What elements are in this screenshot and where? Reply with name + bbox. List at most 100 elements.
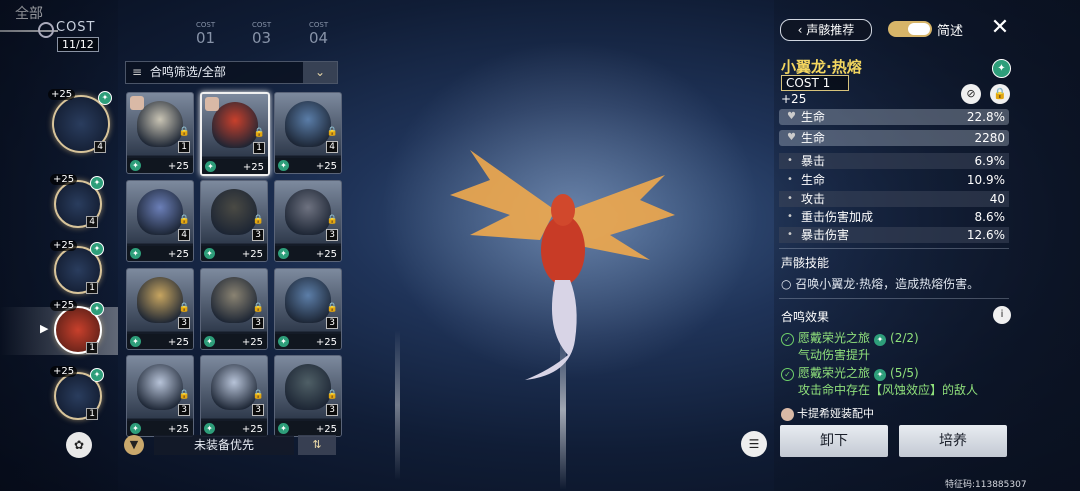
tab-cost-label: COST — [196, 21, 216, 29]
echo-card[interactable]: 🔒 3 ✦ +25 — [200, 355, 268, 437]
sub-stat: • 重击伤害加成 8.6% — [779, 209, 1009, 225]
equipped-slot-selected[interactable]: +25 ✦ 1 — [50, 300, 104, 354]
sort-filter-icon[interactable]: ▼ — [124, 435, 144, 455]
slot-level: +25 — [50, 300, 78, 311]
equipped-slot[interactable]: +25 ✦ 4 — [50, 174, 104, 228]
preset-icon[interactable]: ✿ — [66, 432, 92, 458]
set-effect: ✓ 愿戴荣光之旅 ✦ (2/2) — [781, 329, 919, 346]
echo-card[interactable]: 🔒 3 ✦ +25 — [274, 355, 342, 437]
card-level: +25 — [167, 249, 189, 260]
main-stat: ♥ 生命 22.8% — [779, 109, 1009, 125]
card-level: +25 — [241, 249, 263, 260]
tab-cost-1[interactable]: COST 01 — [196, 21, 216, 48]
stat-value: 12.6% — [966, 228, 1005, 242]
card-cost: 1 — [253, 142, 265, 154]
echo-card[interactable]: 🔒 3 ✦ +25 — [126, 355, 194, 437]
attribute-icon: ✦ — [130, 423, 141, 434]
tab-cost-num: 01 — [196, 29, 216, 47]
upgrade-button[interactable]: 培养 — [899, 425, 1007, 457]
stat-name: 攻击 — [801, 192, 826, 206]
slot-level: +25 — [48, 89, 76, 100]
divider — [779, 298, 1009, 299]
brief-toggle[interactable] — [888, 21, 932, 37]
echo-card[interactable]: 🔒 3 ✦ +25 — [200, 180, 268, 262]
echo-portrait — [285, 277, 331, 323]
card-level: +25 — [315, 337, 337, 348]
echo-level: +25 — [781, 92, 807, 106]
discard-icon[interactable]: ⊘ — [961, 84, 981, 104]
attribute-icon: ✦ — [205, 161, 216, 172]
lock-icon: 🔒 — [326, 215, 338, 225]
echo-card[interactable]: 🔒 1 ✦ +25 — [200, 92, 270, 176]
tab-cost-3[interactable]: COST 03 — [252, 22, 271, 48]
set-name: 愿戴荣光之旅 — [798, 331, 871, 345]
card-level: +25 — [241, 337, 263, 348]
echo-card[interactable]: 🔒 4 ✦ +25 — [126, 180, 194, 262]
sub-stat: • 暴击 6.9% — [779, 153, 1009, 169]
tab-cost-4[interactable]: COST 04 — [309, 22, 329, 48]
main-stat: ♥ 生命 2280 — [779, 130, 1009, 146]
equipped-by-text: 卡提希娅装配中 — [797, 407, 874, 420]
sub-stat: • 暴击伤害 12.6% — [779, 227, 1009, 243]
echo-card[interactable]: 🔒 3 ✦ +25 — [126, 268, 194, 350]
equipped-slot[interactable]: +25 ✦ 1 — [50, 366, 104, 420]
attribute-icon: ✦ — [278, 160, 289, 171]
echo-card[interactable]: 🔒 3 ✦ +25 — [274, 180, 342, 262]
aero-icon: ✦ — [98, 91, 112, 105]
echo-portrait — [137, 364, 183, 410]
tab-cost-num: 04 — [309, 29, 329, 47]
recommend-button[interactable]: ‹ 声骸推荐 — [780, 19, 872, 41]
card-cost: 1 — [178, 141, 190, 153]
echo-card[interactable]: 🔒 4 ✦ +25 — [274, 92, 342, 174]
echo-name: 小翼龙·热熔 — [781, 58, 862, 76]
card-cost: 3 — [326, 404, 338, 416]
aero-icon: ✦ — [874, 334, 887, 346]
lock-icon[interactable]: 🔒 — [990, 84, 1010, 104]
card-cost: 4 — [178, 229, 190, 241]
card-cost: 3 — [252, 404, 264, 416]
echo-cost: COST 1 — [781, 75, 850, 91]
info-icon[interactable]: i — [993, 306, 1011, 324]
skill-title: 声骸技能 — [781, 256, 830, 270]
lock-icon: 🔒 — [326, 127, 338, 137]
card-level: +25 — [315, 161, 337, 172]
avatar — [781, 407, 794, 421]
slot-cost: 1 — [86, 282, 98, 294]
filter-label: 合鸣筛选/全部 — [149, 65, 226, 79]
close-icon[interactable]: ✕ — [988, 16, 1012, 40]
attribute-icon: ✦ — [204, 423, 215, 434]
filter-icon: ≡ — [132, 65, 143, 79]
sort-dropdown[interactable]: 未装备优先 — [154, 435, 294, 455]
card-cost: 3 — [178, 404, 190, 416]
echo-card[interactable]: 🔒 3 ✦ +25 — [200, 268, 268, 350]
stat-name: 生命 — [801, 131, 826, 145]
stat-name: 生命 — [801, 110, 826, 124]
aero-icon: ✦ — [90, 176, 104, 190]
slot-cost: 4 — [86, 216, 98, 228]
set-filter-dropdown[interactable]: ≡ 合鸣筛选/全部 ⌄ — [125, 61, 338, 84]
bullet-icon: • — [787, 174, 793, 185]
card-level: +25 — [315, 424, 337, 435]
skill-desc-text: 召唤小翼龙·热熔，造成热熔伤害。 — [795, 277, 980, 291]
stat-value: 22.8% — [966, 110, 1005, 124]
equipped-slot[interactable]: +25 ✦ 1 — [50, 240, 104, 294]
equipped-slot[interactable]: +25 ✦ 4 — [48, 89, 112, 153]
echo-card[interactable]: 🔒 1 ✦ +25 — [126, 92, 194, 174]
equipped-by: 卡提希娅装配中 — [781, 405, 874, 421]
stat-value: 10.9% — [966, 173, 1005, 187]
skill-desc: ○ 召唤小翼龙·热熔，造成热熔伤害。 — [781, 277, 980, 291]
unequip-button[interactable]: 卸下 — [780, 425, 888, 457]
sub-stat: • 生命 10.9% — [779, 172, 1009, 188]
lock-icon: 🔒 — [326, 303, 338, 313]
list-icon[interactable]: ☰ — [741, 431, 767, 457]
lock-icon: 🔒 — [252, 303, 264, 313]
echo-card[interactable]: 🔒 3 ✦ +25 — [274, 268, 342, 350]
echo-portrait — [137, 277, 183, 323]
cost-count: 11/12 — [57, 37, 99, 52]
slot-level: +25 — [50, 366, 78, 377]
echo-portrait — [137, 101, 183, 147]
echo-portrait — [212, 102, 258, 148]
aero-icon: ✦ — [90, 302, 104, 316]
slot-level: +25 — [50, 174, 78, 185]
sort-order-icon[interactable]: ⇅ — [298, 435, 336, 455]
